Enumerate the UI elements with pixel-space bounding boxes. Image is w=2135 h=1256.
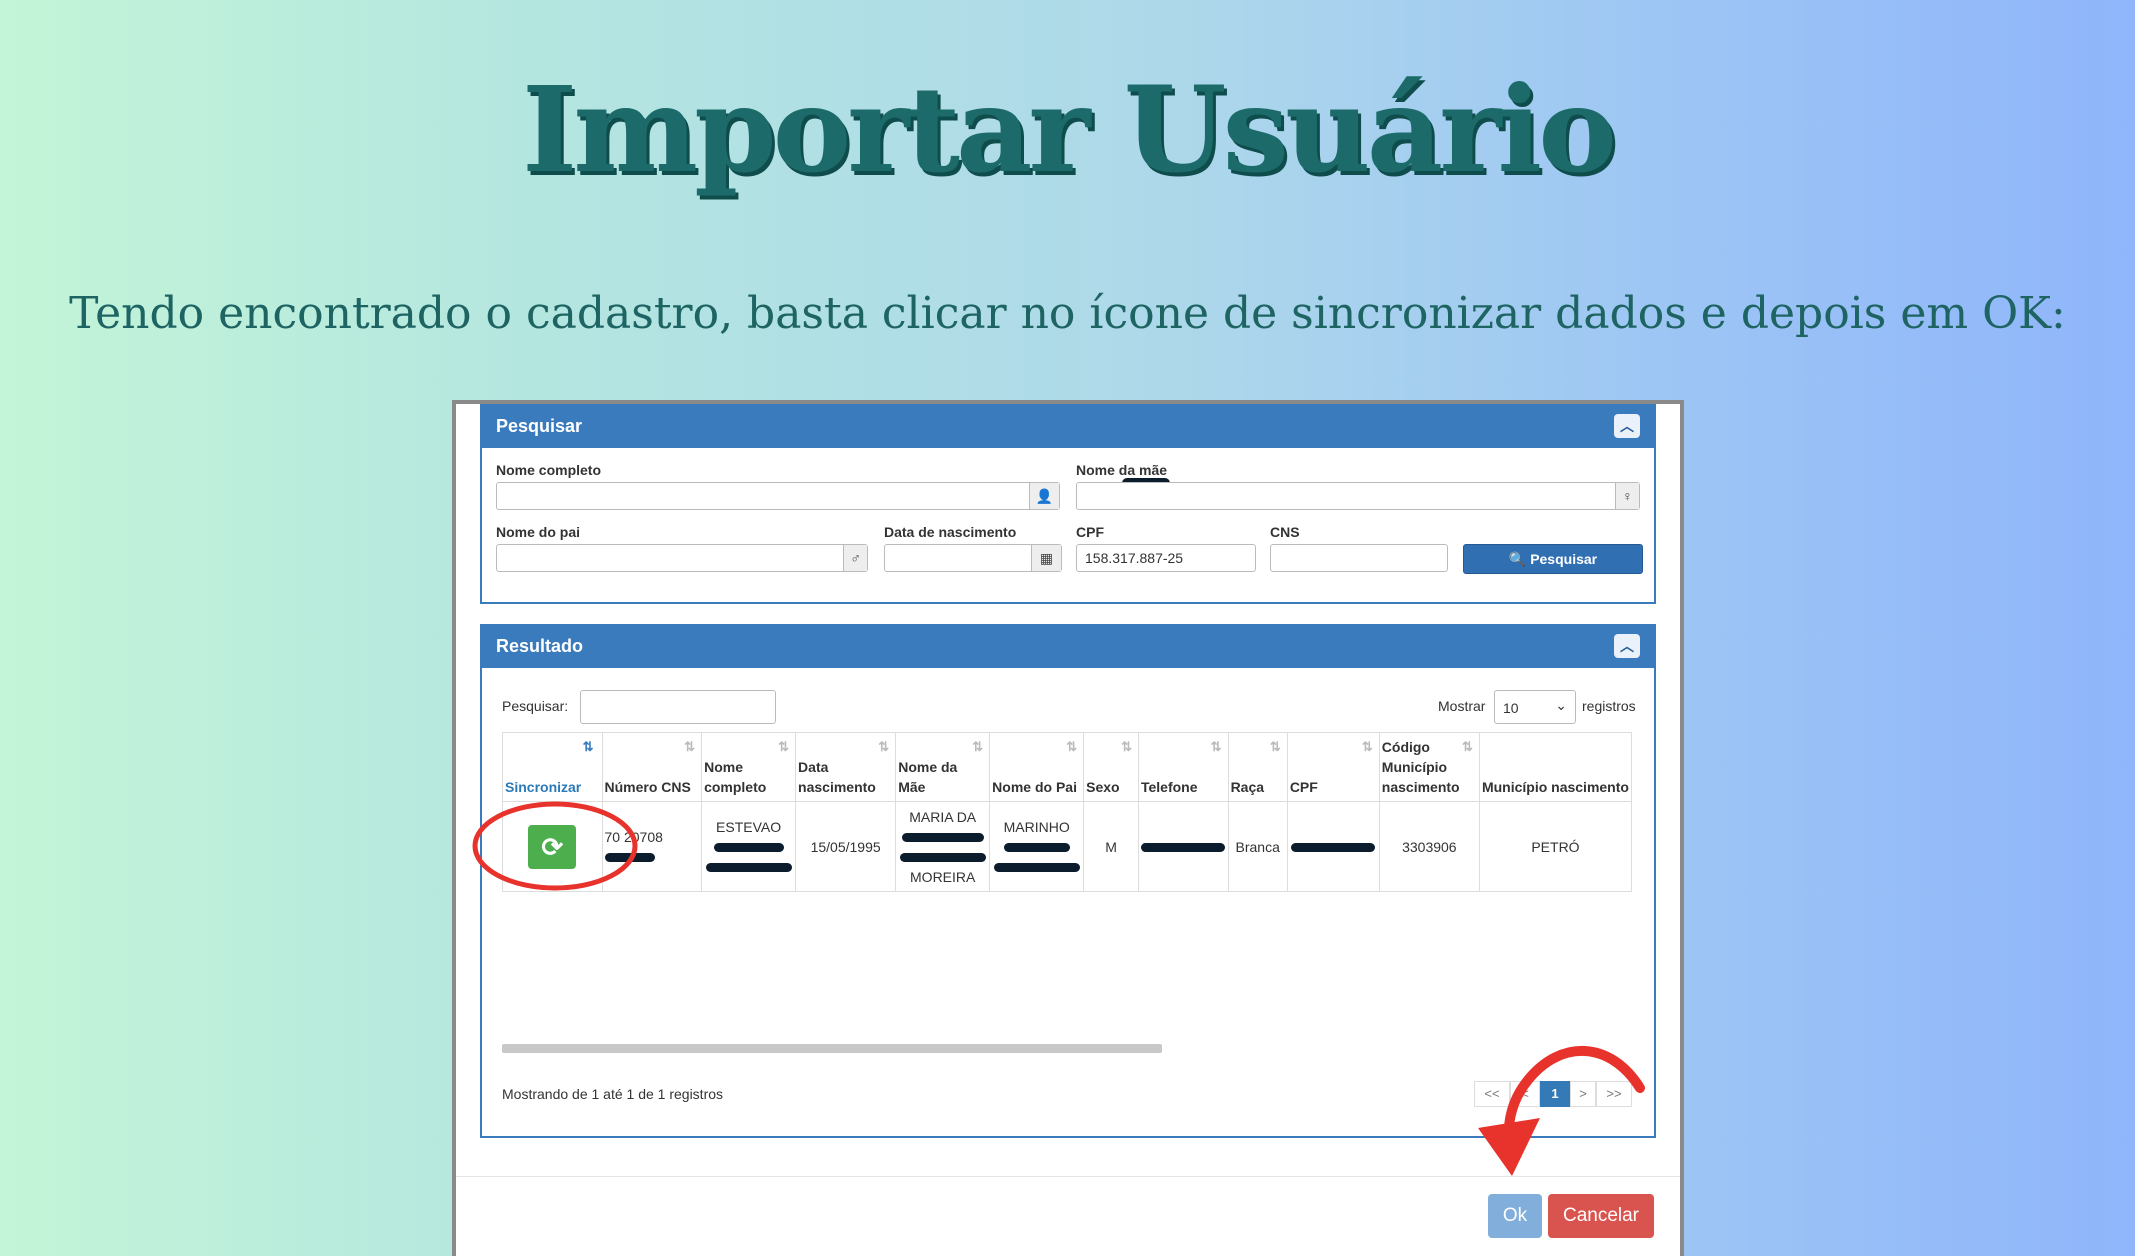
- annotation-overlay: [472, 801, 1645, 1176]
- arrow-head-icon: [1478, 1118, 1540, 1176]
- highlight-circle: [472, 801, 638, 891]
